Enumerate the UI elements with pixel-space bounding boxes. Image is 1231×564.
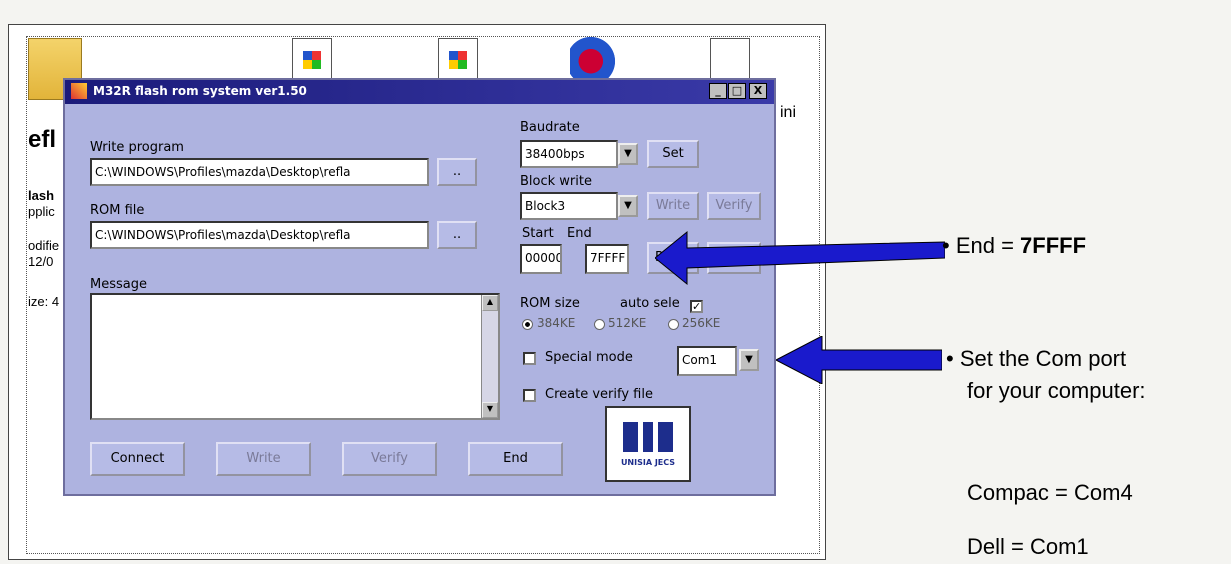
end-button[interactable]: End	[468, 442, 563, 476]
end-note: • End = 7FFFF	[942, 233, 1086, 259]
ini-file-label: ini	[780, 104, 797, 121]
maximize-button[interactable]: □	[728, 83, 746, 99]
end-note-value: 7FFFF	[1020, 233, 1087, 258]
write-program-input[interactable]: C:\WINDOWS\Profiles\mazda\Desktop\refla	[90, 158, 429, 186]
special-mode-checkbox[interactable]	[523, 352, 536, 365]
message-label: Message	[90, 277, 147, 292]
minimize-button[interactable]: _	[709, 83, 727, 99]
end-note-prefix: • End =	[942, 233, 1021, 258]
app-icon	[71, 83, 87, 99]
title-bar[interactable]: M32R flash rom system ver1.50 _ □ X	[65, 80, 774, 104]
scroll-down-icon[interactable]: ▼	[482, 402, 498, 418]
window-title: M32R flash rom system ver1.50	[93, 84, 307, 98]
write-button[interactable]: Write	[216, 442, 311, 476]
rom-size-option: 512KE	[608, 316, 647, 330]
unisia-jecs-logo: UNISIA JECS	[605, 406, 691, 482]
write-program-browse-button[interactable]: ..	[437, 158, 477, 186]
desktop-text: pplic	[28, 204, 55, 219]
windows-logo-icon	[449, 51, 467, 69]
logo-caption: UNISIA JECS	[620, 458, 676, 467]
special-mode-label: Special mode	[545, 350, 633, 365]
rom-size-option: 384KE	[537, 316, 576, 330]
compac-note: Compac = Com4	[967, 480, 1133, 505]
message-textarea[interactable]: ▲ ▼	[90, 293, 500, 420]
start-label: Start	[522, 226, 554, 241]
com-arrow-icon	[776, 336, 942, 384]
rom-size-radio-384[interactable]	[522, 319, 533, 330]
end-label: End	[567, 226, 592, 241]
chevron-down-icon[interactable]: ▼	[618, 143, 638, 165]
desktop-text: 12/0	[28, 254, 54, 269]
com-port-select[interactable]: Com1	[677, 346, 737, 376]
block-write-button[interactable]: Write	[647, 192, 699, 220]
block-write-label: Block write	[520, 174, 592, 189]
rom-file-label: ROM file	[90, 203, 145, 218]
desktop-text: odifie	[28, 238, 60, 253]
close-button[interactable]: X	[749, 83, 767, 99]
block-verify-button[interactable]: Verify	[707, 192, 761, 220]
desktop-text: lash	[28, 188, 55, 203]
dell-note: Dell = Com1	[967, 534, 1089, 559]
program-icon[interactable]	[570, 36, 622, 78]
message-scrollbar[interactable]: ▲ ▼	[481, 295, 498, 418]
rom-size-option: 256KE	[682, 316, 721, 330]
end-arrow-icon	[655, 230, 945, 286]
desktop-text: efl	[28, 126, 57, 153]
set-button[interactable]: Set	[647, 140, 699, 168]
rom-size-radio-256[interactable]	[668, 319, 679, 330]
block-select[interactable]: Block3	[520, 192, 618, 220]
create-verify-label: Create verify file	[545, 387, 653, 402]
write-program-label: Write program	[90, 140, 184, 155]
logo-mark-icon	[623, 422, 673, 452]
end-input[interactable]: 7FFFF	[585, 244, 629, 274]
rom-file-input[interactable]: C:\WINDOWS\Profiles\mazda\Desktop\refla	[90, 221, 429, 249]
windows-logo-icon	[303, 51, 321, 69]
baudrate-select[interactable]: 38400bps	[520, 140, 618, 168]
create-verify-checkbox[interactable]	[523, 389, 536, 402]
scroll-up-icon[interactable]: ▲	[482, 295, 498, 311]
com-note-line1: • Set the Com port	[946, 346, 1127, 371]
rom-size-radio-512[interactable]	[594, 319, 605, 330]
chevron-down-icon[interactable]: ▼	[739, 349, 759, 371]
chevron-down-icon[interactable]: ▼	[618, 195, 638, 217]
desktop-text: ize: 4	[28, 294, 60, 309]
start-input[interactable]: 00000	[520, 244, 562, 274]
connect-button[interactable]: Connect	[90, 442, 185, 476]
baudrate-label: Baudrate	[520, 120, 580, 135]
rom-file-browse-button[interactable]: ..	[437, 221, 477, 249]
com-note-line2: for your computer:	[967, 378, 1146, 403]
verify-button[interactable]: Verify	[342, 442, 437, 476]
auto-select-label: auto sele	[620, 296, 680, 311]
rom-size-label: ROM size	[520, 296, 580, 311]
auto-select-checkbox[interactable]: ✓	[690, 300, 703, 313]
